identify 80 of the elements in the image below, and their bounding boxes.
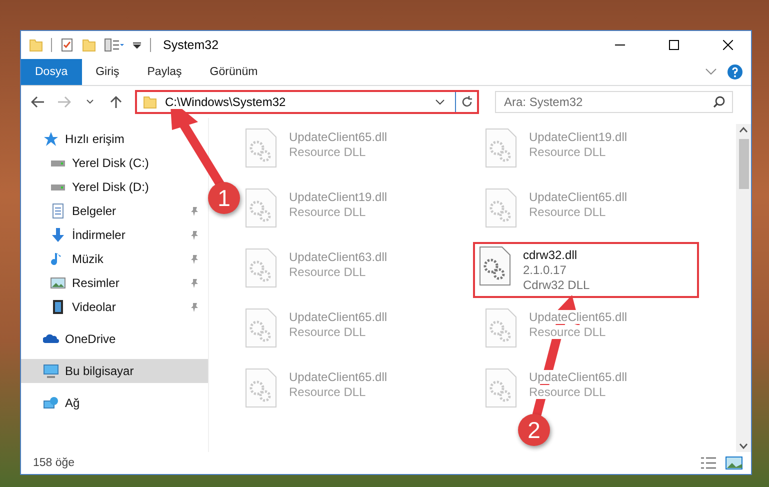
folder-icon — [143, 95, 157, 109]
item-count: 158 öğe — [33, 457, 76, 469]
dll-file-icon — [245, 188, 277, 228]
film-icon — [50, 299, 66, 315]
folder-icon — [29, 38, 43, 52]
properties-icon[interactable] — [104, 38, 124, 52]
monitor-icon — [43, 363, 59, 379]
up-arrow-icon — [110, 95, 122, 109]
sidebar-item[interactable]: Resimler — [21, 271, 208, 295]
scroll-thumb[interactable] — [738, 139, 748, 189]
file-detail: Resource DLL — [529, 385, 606, 399]
address-bar[interactable]: C:\Windows\System32 — [135, 90, 479, 114]
file-detail: Resource DLL — [289, 145, 366, 159]
dropdown-icon[interactable] — [132, 40, 142, 50]
details-view-icon[interactable] — [699, 456, 717, 470]
file-name: UpdateClient65.dll — [289, 370, 388, 384]
file-name: UpdateClient65.dll — [289, 130, 388, 144]
document-icon — [50, 203, 66, 219]
file-item[interactable]: cdrw32.dll 2.1.0.17 Cdrw32 DLL — [473, 242, 699, 298]
dll-file-icon — [479, 246, 511, 286]
folder-icon — [82, 38, 96, 52]
sidebar-item[interactable]: Belgeler — [21, 199, 208, 223]
network-icon — [43, 395, 59, 411]
large-icons-view-icon[interactable] — [725, 456, 743, 470]
sidebar-item[interactable]: Ağ — [21, 391, 208, 415]
chevron-down-icon — [86, 99, 94, 105]
ribbon-tab[interactable]: Paylaş — [133, 59, 196, 85]
ribbon-tab[interactable]: Giriş — [82, 59, 134, 85]
refresh-icon — [460, 96, 472, 108]
dll-file-icon — [245, 128, 277, 168]
file-name: UpdateClient65.dll — [529, 370, 628, 384]
dll-file-icon — [485, 188, 517, 228]
down-arrow-icon — [50, 227, 66, 243]
dll-file-icon — [485, 368, 517, 408]
file-name: UpdateClient65.dll — [529, 310, 628, 324]
ribbon-tab[interactable]: Dosya — [21, 59, 82, 85]
sidebar-item[interactable]: Yerel Disk (C:) — [21, 151, 208, 175]
chevron-down-icon[interactable] — [435, 98, 445, 106]
file-detail: Resource DLL — [289, 325, 366, 339]
file-name: UpdateClient19.dll — [529, 130, 628, 144]
search-icon — [713, 96, 725, 108]
forward-arrow-icon — [57, 96, 71, 108]
ribbon-tab[interactable]: Görünüm — [196, 59, 272, 85]
search-field[interactable]: Ara: System32 — [495, 91, 733, 113]
picture-icon — [50, 275, 66, 291]
sidebar-item[interactable]: Bu bilgisayar — [21, 359, 208, 383]
dll-file-icon — [245, 308, 277, 348]
file-detail: Resource DLL — [529, 205, 606, 219]
file-detail: Cdrw32 DLL — [523, 278, 590, 292]
sidebar-item[interactable]: Hızlı erişim — [21, 127, 208, 151]
close-icon — [723, 40, 733, 50]
checklist-icon[interactable] — [60, 38, 74, 52]
dll-file-icon — [485, 308, 517, 348]
file-detail: Resource DLL — [529, 325, 606, 339]
file-name: UpdateClient63.dll — [289, 250, 388, 264]
file-name: UpdateClient19.dll — [289, 190, 388, 204]
maximize-icon — [669, 40, 679, 50]
sidebar-item[interactable]: Yerel Disk (D:) — [21, 175, 208, 199]
file-name: UpdateClient65.dll — [529, 190, 628, 204]
file-name: UpdateClient65.dll — [289, 310, 388, 324]
file-detail: Resource DLL — [289, 385, 366, 399]
file-detail: Resource DLL — [529, 145, 606, 159]
sidebar-item[interactable]: OneDrive — [21, 327, 208, 351]
file-name: cdrw32.dll — [523, 248, 578, 262]
dll-file-icon — [245, 248, 277, 288]
help-icon[interactable] — [727, 64, 743, 80]
dll-file-icon — [245, 368, 277, 408]
window-title: System32 — [163, 38, 220, 52]
sidebar-item[interactable]: İndirmeler — [21, 223, 208, 247]
file-detail: 2.1.0.17 — [523, 263, 566, 277]
scrollbar[interactable] — [736, 124, 751, 452]
star-icon — [43, 131, 59, 147]
dll-file-icon — [485, 128, 517, 168]
file-detail: Resource DLL — [289, 205, 366, 219]
drive-icon — [50, 160, 66, 166]
back-arrow-icon — [31, 96, 45, 108]
drive-icon — [50, 184, 66, 190]
sidebar-item[interactable]: Müzik — [21, 247, 208, 271]
file-detail: Resource DLL — [289, 265, 366, 279]
sidebar-item[interactable]: Videolar — [21, 295, 208, 319]
